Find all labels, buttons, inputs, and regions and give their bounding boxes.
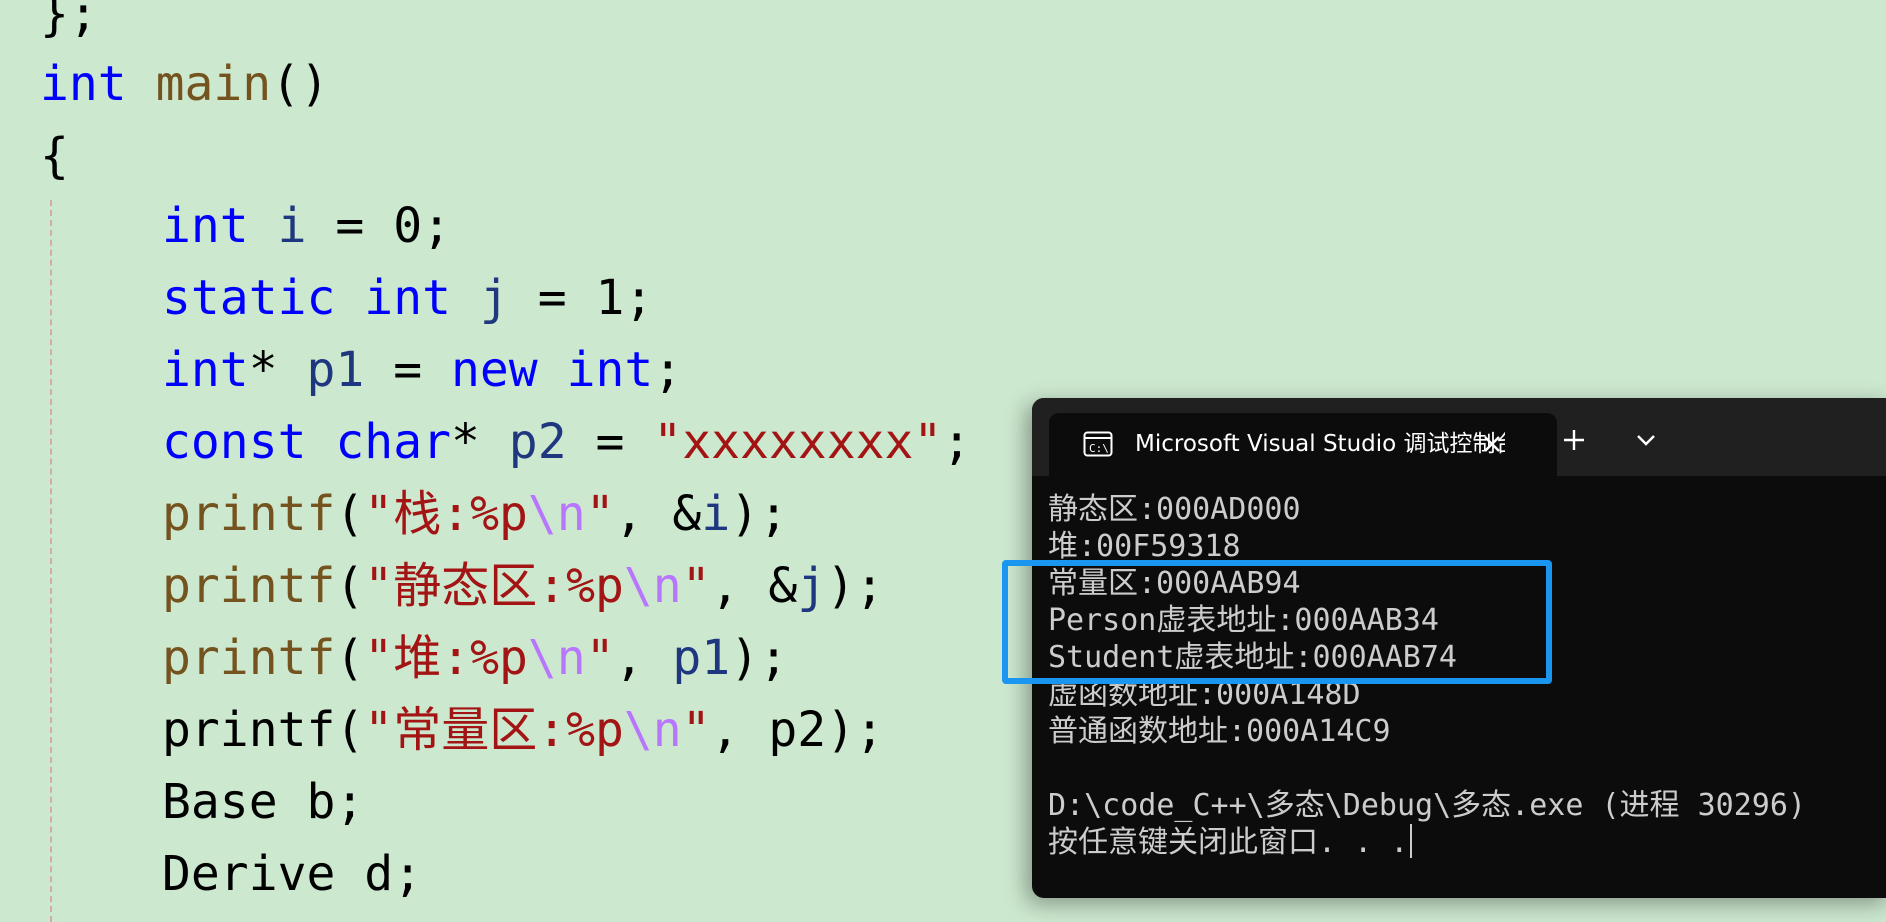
code-token: ; <box>653 342 683 398</box>
code-token: main <box>155 56 272 112</box>
code-line-6: int* p1 = new int; <box>162 340 682 400</box>
code-token: j <box>797 558 827 614</box>
code-token: ); <box>826 558 885 614</box>
code-token: , & <box>614 486 702 542</box>
code-token: = 1; <box>508 270 654 326</box>
code-token: ( <box>335 558 365 614</box>
code-line-7: const char* p2 = "xxxxxxxx"; <box>162 412 971 472</box>
code-token: printf <box>162 486 336 542</box>
svg-text:C:\: C:\ <box>1089 442 1109 455</box>
code-line-8: printf("栈:%p\n", &i); <box>162 484 788 544</box>
code-token: * <box>248 342 307 398</box>
console-output-line: 静态区:000AD000 <box>1048 492 1301 527</box>
code-token: i <box>277 198 307 254</box>
code-token: " <box>585 486 615 542</box>
code-line-9: printf("静态区:%p\n", &j); <box>162 556 884 616</box>
code-token: p2 <box>508 414 567 470</box>
code-token: \n <box>527 486 586 542</box>
code-token: printf( <box>162 702 365 758</box>
code-token: , & <box>710 558 798 614</box>
console-output-line: 普通函数地址:000A14C9 <box>1048 714 1391 749</box>
code-token: "常量区:%p <box>364 702 624 758</box>
code-token: new <box>451 342 538 398</box>
code-token: " <box>681 558 711 614</box>
code-token: j <box>479 270 509 326</box>
text-cursor <box>1410 824 1413 858</box>
code-line-13: Derive d; <box>162 844 422 904</box>
code-token: printf <box>162 558 336 614</box>
plus-icon[interactable] <box>1552 418 1596 462</box>
code-line-5: static int j = 1; <box>162 268 653 328</box>
code-line-12: Base b; <box>162 772 364 832</box>
code-token: int <box>40 56 127 112</box>
code-token: , p2); <box>710 702 884 758</box>
code-token: = <box>364 342 451 398</box>
code-token: int <box>162 342 249 398</box>
code-token: printf <box>162 630 336 686</box>
indent-guide <box>50 200 52 922</box>
console-close-prompt: 按任意键关闭此窗口. . . <box>1048 824 1413 861</box>
code-token: const <box>162 414 307 470</box>
code-token: static <box>162 270 336 326</box>
code-line-1: }; <box>40 0 98 44</box>
code-token: " <box>585 630 615 686</box>
code-token: "栈:%p <box>364 486 528 542</box>
code-line-4: int i = 0; <box>162 196 451 256</box>
code-token: ); <box>730 486 789 542</box>
code-token: int <box>566 342 654 398</box>
code-token: ( <box>335 630 365 686</box>
code-token: * <box>451 414 509 470</box>
code-token: ; <box>942 414 972 470</box>
code-token: , <box>614 630 673 686</box>
code-token: ); <box>730 630 788 686</box>
highlight-box <box>1002 560 1552 684</box>
code-line-10: printf("堆:%p\n", p1); <box>162 628 788 688</box>
code-token: "静态区:%p <box>364 558 624 614</box>
console-process-path: D:\code_C++\多态\Debug\多态.exe (进程 30296) <box>1048 788 1806 823</box>
code-token: ( <box>335 486 365 542</box>
code-token: i <box>701 486 731 542</box>
chevron-down-icon[interactable] <box>1624 418 1668 462</box>
code-token: Derive d; <box>162 846 423 902</box>
console-tab-title: Microsoft Visual Studio 调试控制台 <box>1135 431 1505 457</box>
code-token: int <box>162 198 249 254</box>
code-line-3: { <box>40 126 69 186</box>
terminal-app-icon: C:\ <box>1083 431 1113 457</box>
close-prompt-text: 按任意键关闭此窗口. . . <box>1048 825 1409 860</box>
code-token: \n <box>623 558 682 614</box>
code-line-2: int main() <box>40 54 329 114</box>
terminal-tab-bar: C:\ Microsoft Visual Studio 调试控制台 <box>1032 398 1886 476</box>
console-tab[interactable]: C:\ Microsoft Visual Studio 调试控制台 <box>1049 413 1557 476</box>
code-line-11: printf("常量区:%p\n", p2); <box>162 700 884 760</box>
code-token: Base b; <box>162 774 365 830</box>
close-icon[interactable] <box>1475 427 1509 461</box>
code-token: p1 <box>672 630 731 686</box>
code-token: "xxxxxxxx" <box>653 414 943 470</box>
code-token: = <box>566 414 654 470</box>
code-token: }; <box>40 0 98 42</box>
code-token: "堆:%p <box>364 630 528 686</box>
code-token: p1 <box>306 342 365 398</box>
code-token: { <box>40 128 69 184</box>
code-token: () <box>271 56 329 112</box>
code-token: \n <box>623 702 682 758</box>
code-token: " <box>681 702 711 758</box>
code-token: int <box>364 270 451 326</box>
code-token: = 0; <box>306 198 452 254</box>
code-token: char <box>335 414 451 470</box>
code-token: \n <box>527 630 586 686</box>
